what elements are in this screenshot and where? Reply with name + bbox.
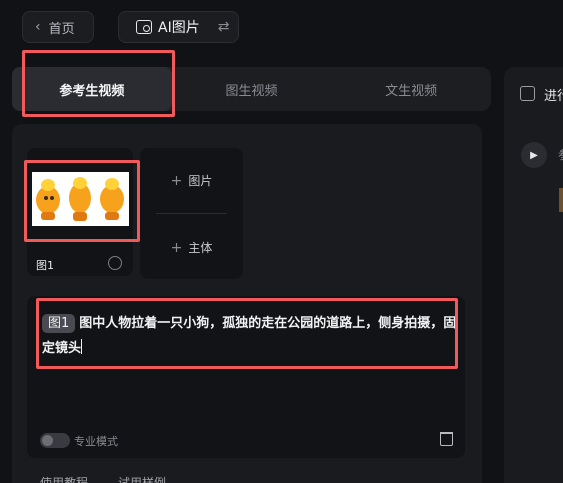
replace-image-icon[interactable]: [108, 256, 122, 270]
pro-mode-toggle[interactable]: [40, 433, 70, 448]
prompt-highlight-outline: [36, 298, 458, 369]
add-subject-label: 主体: [188, 241, 213, 255]
add-subject-button[interactable]: + 主体: [140, 239, 243, 256]
tutorial-link[interactable]: 使用教程: [40, 474, 88, 483]
add-image-label: 图片: [188, 174, 213, 188]
divider: [156, 213, 227, 214]
right-checkbox[interactable]: [520, 86, 535, 101]
back-label: 首页: [48, 21, 75, 37]
mode-label: AI图片: [158, 20, 200, 36]
right-item-text: 参: [558, 146, 563, 163]
right-thumbnail[interactable]: [559, 188, 563, 212]
trash-icon[interactable]: [440, 432, 453, 446]
plus-icon: +: [170, 239, 183, 256]
right-panel: [504, 67, 563, 483]
tab-image-to-video[interactable]: 图生视频: [172, 67, 332, 111]
bottom-actions: 使用教程 试用样例: [40, 474, 166, 483]
back-home-button[interactable]: ‹ 首页: [22, 11, 94, 43]
swap-icon: ⇄: [217, 19, 230, 35]
sample-link[interactable]: 试用样例: [118, 474, 166, 483]
ai-image-mode-button[interactable]: AI图片 ⇄: [118, 11, 239, 43]
tab-highlight-outline: [22, 50, 175, 117]
video-play-icon[interactable]: ▶: [521, 142, 547, 168]
right-checkbox-label: 进行: [544, 89, 563, 104]
tab-text-to-video[interactable]: 文生视频: [331, 67, 491, 111]
plus-icon: +: [170, 172, 183, 189]
add-image-button[interactable]: + 图片: [140, 172, 243, 189]
chevron-left-icon: ‹: [35, 19, 41, 35]
thumbnail-highlight-outline: [24, 160, 140, 242]
reference-image-label: 图1: [36, 259, 54, 272]
image-icon: [136, 20, 152, 34]
pro-mode-label: 专业模式: [74, 435, 118, 448]
